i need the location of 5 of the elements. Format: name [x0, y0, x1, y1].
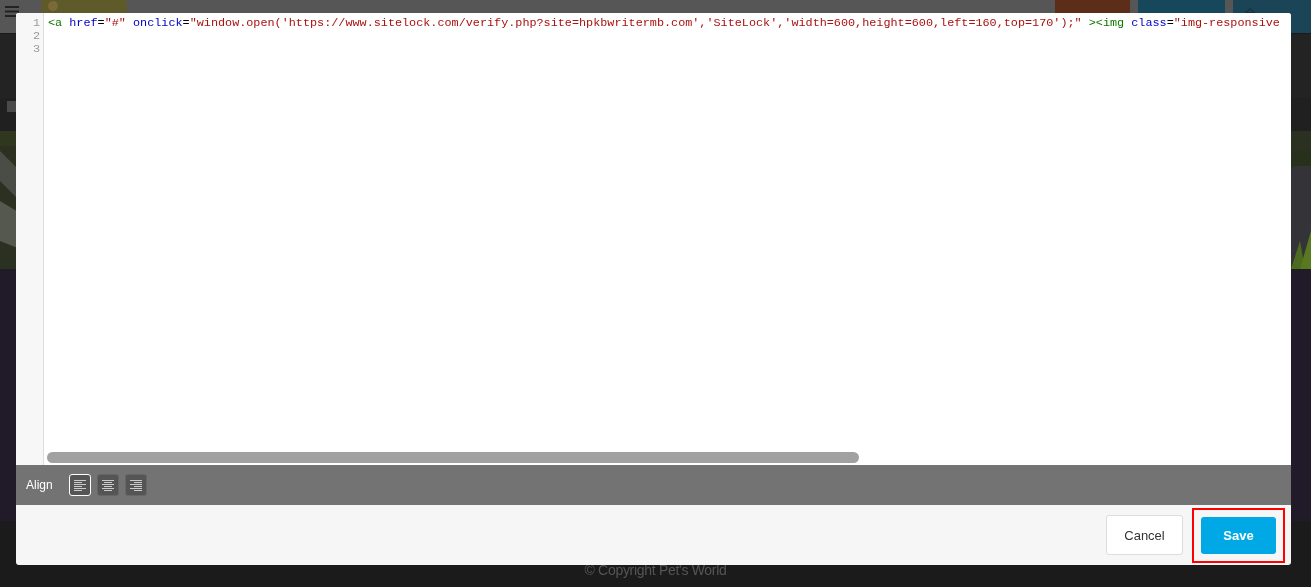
line-number: 3: [31, 43, 41, 56]
code-line: <a href="#" onclick="window.open('https://www.sitelock.com/verify.php?site=hpkbwritermb.com','SiteLock','width=600,height=600,left=160,top=170');" ><img class="img-responsive: [48, 17, 1280, 30]
line-number: 2: [31, 30, 41, 43]
line-number: 1: [31, 17, 41, 30]
align-label: Align: [26, 478, 53, 492]
